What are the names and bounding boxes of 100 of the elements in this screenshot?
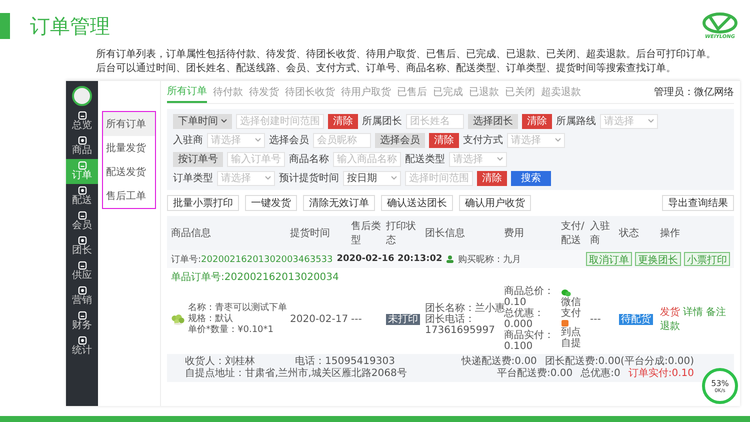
print-status-badge: 未打印 bbox=[386, 314, 420, 324]
fee-text: 总优惠： bbox=[504, 308, 544, 319]
fee-text: 商品实付： bbox=[504, 330, 554, 341]
payment-method: 微信支付 bbox=[561, 297, 581, 319]
sidebar-item[interactable]: 营销 bbox=[66, 284, 98, 309]
logo-icon bbox=[702, 12, 738, 34]
filter-button[interactable]: 清除 bbox=[328, 114, 358, 128]
filter-button[interactable]: 清除 bbox=[429, 132, 459, 148]
fee-summary-text: 快递配送费:0.00 bbox=[461, 356, 537, 368]
chat-icon bbox=[561, 289, 571, 297]
caret-icon bbox=[255, 138, 261, 142]
filter-label: 所属团长 bbox=[362, 114, 402, 128]
status-tab[interactable]: 超卖退款 bbox=[541, 85, 581, 99]
order-button[interactable]: 小票打印 bbox=[684, 252, 730, 266]
admin-label: 管理员：微亿网络 bbox=[654, 86, 734, 99]
pickup-address: 自提点地址：甘肃省,兰州市,城关区雁北路2068号 bbox=[185, 368, 407, 380]
filter-label: 预计提货时间 bbox=[279, 172, 339, 185]
filter-label: 配送类型 bbox=[405, 152, 445, 166]
percent-text: 53% bbox=[711, 378, 729, 388]
buyer-name: 购买昵称：九月 bbox=[458, 254, 522, 266]
status-tab[interactable]: 待团长收货 bbox=[285, 85, 335, 99]
action-button[interactable]: 确认送达团长 bbox=[381, 195, 453, 211]
sidebar-item[interactable]: 供应 bbox=[66, 259, 98, 284]
status-tab[interactable]: 所有订单 bbox=[167, 81, 207, 103]
filter-button[interactable]: 选择团长 bbox=[468, 114, 518, 128]
order-time: 2020-02-16 20:13:02 bbox=[336, 254, 442, 264]
column-header: 操作 bbox=[660, 227, 681, 240]
sidebar-item[interactable]: 会员 bbox=[66, 209, 98, 234]
sidebar-item[interactable]: 总览 bbox=[66, 109, 98, 134]
caret-icon bbox=[648, 119, 654, 123]
sidebar-item[interactable]: 团长 bbox=[66, 234, 98, 259]
export-button[interactable]: 导出查询结果 bbox=[662, 195, 734, 211]
store-icon bbox=[561, 319, 569, 327]
sidebar-item[interactable]: 财务 bbox=[66, 309, 98, 334]
table-cell: 2020-02-17 bbox=[290, 314, 348, 324]
receiver-phone: 电话：15095419303 bbox=[295, 356, 395, 368]
fee-text: 0.000 bbox=[504, 319, 533, 330]
sidebar-item[interactable]: 商品 bbox=[66, 134, 98, 159]
operation-link[interactable]: 备注 bbox=[706, 306, 726, 318]
filter-label: 支付方式 bbox=[463, 134, 503, 147]
submenu-item[interactable]: 批量发货 bbox=[103, 136, 155, 160]
caret-icon bbox=[265, 176, 271, 180]
select-field[interactable]: 按日期 bbox=[343, 170, 401, 186]
status-tab[interactable]: 已退款 bbox=[469, 85, 499, 99]
table-cell-text: --- bbox=[351, 314, 363, 324]
leader-info-text: 团长名称：兰小惠 bbox=[425, 302, 505, 314]
status-tab[interactable]: 已售后 bbox=[397, 85, 427, 99]
status-badge: 待配货 bbox=[619, 314, 653, 324]
status-tab[interactable]: 已完成 bbox=[433, 85, 463, 99]
accent-bar bbox=[0, 13, 10, 39]
product-spec: 规格：默认 bbox=[188, 314, 234, 324]
column-header: 打印状态 bbox=[386, 220, 417, 247]
fee-summary-text: 团长配送费:0.00(平台分成:0.00) bbox=[544, 356, 694, 368]
sidebar-item[interactable]: 配送 bbox=[66, 184, 98, 209]
operation-link[interactable]: 退款 bbox=[660, 320, 680, 332]
operation-link[interactable]: 发货 bbox=[660, 306, 680, 318]
sidebar-item[interactable]: 统计 bbox=[66, 334, 98, 359]
action-button[interactable]: 确认用户收货 bbox=[459, 195, 531, 211]
column-header: 团长信息 bbox=[425, 226, 466, 240]
filter-button[interactable]: 选择会员 bbox=[375, 132, 425, 148]
filter-label: 订单类型 bbox=[173, 172, 213, 185]
leader-info-text: 17361695997 bbox=[425, 324, 495, 336]
action-button[interactable]: 清除无效订单 bbox=[303, 195, 375, 211]
status-tab[interactable]: 待用户取货 bbox=[341, 85, 391, 99]
column-header: 提货时间 bbox=[290, 226, 331, 240]
column-header: 售后类型 bbox=[351, 220, 382, 247]
filter-button[interactable]: 按订单号 bbox=[173, 152, 223, 166]
filter-label: 所属路线 bbox=[556, 114, 596, 128]
filter-button[interactable]: 清除 bbox=[522, 114, 552, 128]
description-text: 后台可以通过时间、团长姓名、配送线路、会员、支付方式、订单号、商品名称、配送类型、订单类型、提货时间等搜索查找订单。 bbox=[96, 62, 676, 76]
filter-label: 商品名称 bbox=[289, 152, 329, 166]
status-tab[interactable]: 待付款 bbox=[213, 85, 243, 99]
filter-label: 选择会员 bbox=[269, 134, 309, 147]
product-price: 单价*数量：¥0.10*1 bbox=[188, 324, 274, 336]
status-tab[interactable]: 待发货 bbox=[249, 85, 279, 99]
filter-label: 入驻商 bbox=[173, 134, 203, 147]
submenu-item[interactable]: 所有订单 bbox=[103, 112, 155, 136]
avatar-icon bbox=[72, 86, 92, 106]
fee-text: 0.100 bbox=[504, 341, 533, 352]
description-text: 所有订单列表，订单属性包括待付款、待发货、待团长收货、待用户取货、已售后、已完成、已退款、已关闭、超卖退款。后台可打印订单。 bbox=[96, 48, 716, 62]
action-button[interactable]: 批量小票打印 bbox=[167, 195, 239, 211]
fee-text: 商品总价： bbox=[504, 286, 554, 297]
search-button[interactable]: 搜索 bbox=[511, 170, 551, 186]
fee-summary-text: 平台配送费:0.00 bbox=[496, 368, 573, 380]
status-tab[interactable]: 已关闭 bbox=[505, 85, 535, 99]
dropdown-button[interactable]: 下单时间 bbox=[173, 114, 232, 128]
sidebar-item[interactable]: 订单 bbox=[66, 159, 98, 184]
delivery-method: 到点自提 bbox=[561, 327, 581, 349]
submenu-item[interactable]: 配送发货 bbox=[103, 160, 155, 184]
column-header: 入驻商 bbox=[590, 220, 611, 247]
caret-icon bbox=[221, 119, 227, 123]
action-button[interactable]: 一键发货 bbox=[245, 195, 297, 211]
order-button[interactable]: 取消订单 bbox=[586, 252, 632, 266]
order-button[interactable]: 更换团长 bbox=[635, 252, 681, 266]
caret-icon bbox=[555, 138, 561, 142]
caret-icon bbox=[391, 176, 397, 180]
filter-button[interactable]: 清除 bbox=[477, 170, 507, 186]
submenu-item[interactable]: 售后工单 bbox=[103, 184, 155, 208]
column-header: 费用 bbox=[504, 226, 525, 240]
operation-link[interactable]: 详情 bbox=[683, 306, 703, 318]
